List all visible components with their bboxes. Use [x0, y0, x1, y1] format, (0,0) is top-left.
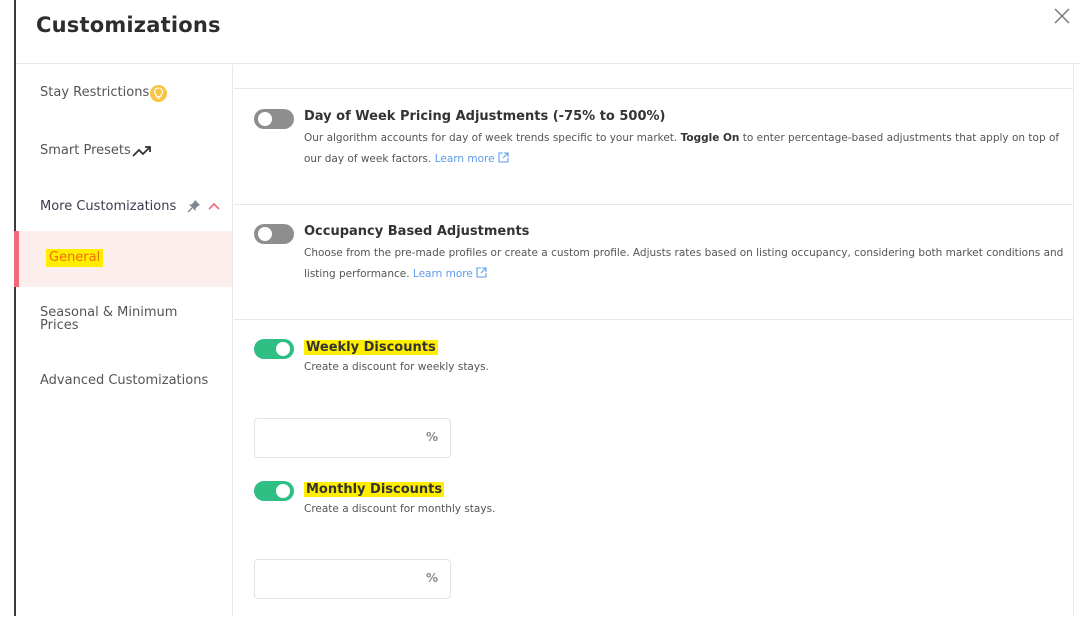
- weekly-discounts-toggle[interactable]: [254, 339, 294, 359]
- learn-more-label: Learn more: [434, 153, 495, 165]
- sidebar-item-label: More Customizations: [40, 199, 177, 214]
- monthly-discounts-title: Monthly Discounts: [304, 482, 445, 497]
- sidebar-item-more-customizations[interactable]: More Customizations: [16, 195, 232, 221]
- day-of-week-section: Day of Week Pricing Adjustments (-75% to…: [234, 89, 1074, 205]
- learn-more-link[interactable]: Learn more: [412, 267, 487, 280]
- sidebar-item-label: Smart Presets: [40, 143, 131, 158]
- sidebar-item-advanced-customizations[interactable]: Advanced Customizations: [16, 371, 232, 395]
- sidebar-nav: Stay Restrictions Smart Presets More Cus…: [14, 65, 233, 616]
- weekly-discounts-description: Create a discount for weekly stays.: [304, 361, 489, 373]
- weekly-discounts-title-text: Weekly Discounts: [304, 340, 438, 355]
- percent-unit: %: [425, 430, 438, 444]
- toggle-knob: [276, 484, 290, 498]
- sidebar-item-label: General: [46, 249, 104, 267]
- occupancy-title: Occupancy Based Adjustments: [304, 224, 530, 239]
- close-button[interactable]: [1050, 4, 1074, 28]
- customizations-modal: Customizations Stay Restrictions Smart P…: [14, 0, 1080, 616]
- monthly-discounts-description: Create a discount for monthly stays.: [304, 503, 496, 515]
- toggle-knob: [276, 342, 290, 356]
- chevron-up-icon[interactable]: [207, 201, 221, 211]
- modal-title: Customizations: [36, 13, 221, 37]
- weekly-discounts-title: Weekly Discounts: [304, 340, 438, 355]
- toggle-knob: [258, 112, 272, 126]
- content-panel: Day of Week Pricing Adjustments (-75% to…: [234, 65, 1074, 616]
- sidebar-item-label: Advanced Customizations: [40, 373, 209, 388]
- weekly-discount-field[interactable]: %: [254, 418, 451, 458]
- external-link-icon: [498, 152, 509, 163]
- monthly-discounts-title-text: Monthly Discounts: [304, 482, 445, 497]
- external-link-icon: [476, 267, 487, 278]
- sidebar-item-label: Stay Restrictions: [40, 85, 150, 100]
- monthly-discounts-toggle[interactable]: [254, 481, 294, 501]
- day-of-week-title: Day of Week Pricing Adjustments (-75% to…: [304, 109, 666, 124]
- pin-icon[interactable]: [187, 199, 201, 213]
- occupancy-section: Occupancy Based Adjustments Choose from …: [234, 205, 1074, 320]
- lightbulb-icon: [150, 85, 167, 102]
- learn-more-link[interactable]: Learn more: [434, 152, 509, 165]
- toggle-knob: [258, 227, 272, 241]
- sidebar-item-stay-restrictions[interactable]: Stay Restrictions: [16, 81, 232, 107]
- desc-bold-text: Toggle On: [680, 132, 740, 144]
- learn-more-label: Learn more: [412, 268, 473, 280]
- sidebar-item-general[interactable]: General: [14, 231, 232, 287]
- day-of-week-description: Our algorithm accounts for day of week t…: [304, 128, 1064, 170]
- trending-up-icon: [132, 146, 151, 157]
- sidebar-item-seasonal-minimum-prices[interactable]: Seasonal & Minimum Prices: [16, 305, 232, 339]
- sidebar-item-label: Seasonal & Minimum Prices: [40, 305, 178, 333]
- monthly-discount-field[interactable]: %: [254, 559, 451, 599]
- occupancy-toggle[interactable]: [254, 224, 294, 244]
- desc-text: Our algorithm accounts for day of week t…: [304, 132, 681, 144]
- weekly-discount-input[interactable]: [263, 427, 413, 449]
- close-icon: [1054, 8, 1070, 24]
- monthly-discount-input[interactable]: [263, 568, 413, 590]
- modal-header: Customizations: [16, 0, 1080, 64]
- sidebar-item-smart-presets[interactable]: Smart Presets: [16, 139, 232, 165]
- percent-unit: %: [425, 571, 438, 585]
- day-of-week-toggle[interactable]: [254, 109, 294, 129]
- content-top-band: [234, 65, 1074, 89]
- occupancy-description: Choose from the pre-made profiles or cre…: [304, 243, 1064, 285]
